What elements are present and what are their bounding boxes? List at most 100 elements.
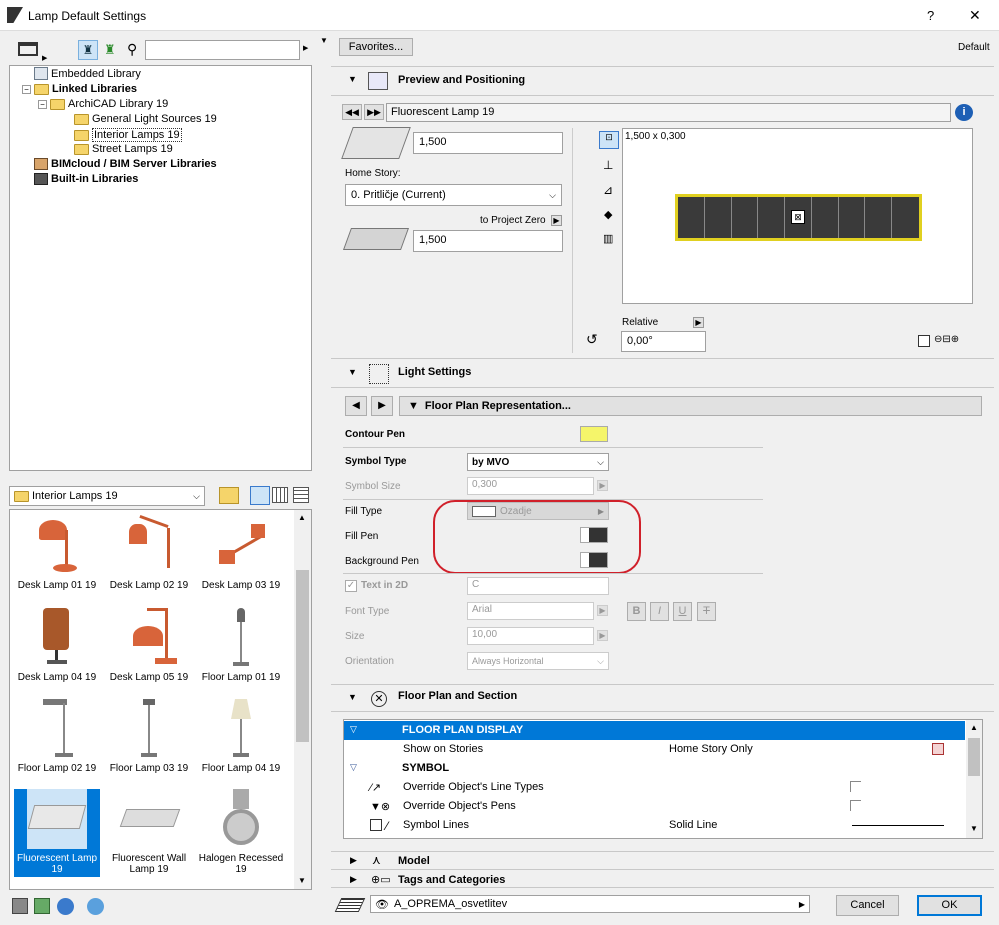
search-input[interactable] (145, 40, 300, 60)
text-2d-checkbox[interactable]: ✓ (345, 580, 357, 592)
library-tree-icon[interactable]: ♜ (104, 42, 116, 58)
list-item[interactable]: Fluorescent Wall Lamp 19 (106, 789, 192, 875)
strikethrough-button[interactable]: T (697, 602, 716, 621)
dropdown-arrow-icon[interactable]: ▶ (42, 54, 47, 62)
size-arrow-icon[interactable]: ▶ (597, 630, 608, 641)
table-row[interactable]: ⁄ Symbol Lines Solid Line (344, 816, 965, 835)
tags-header[interactable]: Tags and Categories (398, 874, 505, 886)
tree-item-interior-lamps[interactable]: Interior Lamps 19 (74, 128, 182, 142)
contour-pen-swatch[interactable] (580, 426, 608, 442)
tree-item-linked-libraries[interactable]: − Linked Libraries (22, 83, 137, 95)
tree-item-builtin-libraries[interactable]: Built-in Libraries (34, 173, 138, 185)
list-item[interactable]: Floor Lamp 04 19 (198, 699, 284, 774)
scroll-down-icon[interactable]: ▼ (298, 876, 306, 885)
light-settings-header[interactable]: Light Settings (398, 366, 471, 378)
search-icon[interactable]: ⚲ (127, 41, 137, 58)
scroll-up-icon[interactable]: ▲ (298, 513, 306, 522)
table-row[interactable]: ⁄↗ Override Object's Line Types (344, 778, 965, 797)
list-item[interactable]: Halogen Recessed 19 (198, 789, 284, 875)
cancel-button[interactable]: Cancel (836, 895, 899, 916)
floor-plan-representation-button[interactable]: ▼ Floor Plan Representation... (399, 396, 982, 416)
list-item[interactable]: Desk Lamp 01 19 (14, 516, 100, 591)
table-row[interactable]: ▽ FLOOR PLAN DISPLAY (344, 721, 965, 740)
tree-item-archicad-library[interactable]: − ArchiCAD Library 19 (38, 98, 168, 110)
table-row[interactable]: Show on Stories Home Story Only (344, 740, 965, 759)
mirror-checkbox[interactable] (918, 335, 930, 347)
height-input[interactable]: 1,500 (413, 132, 563, 154)
expand-arrow-icon[interactable]: ▶ (350, 874, 357, 885)
view-toggle-icon[interactable] (18, 42, 38, 56)
ok-button[interactable]: OK (917, 895, 982, 916)
help-button[interactable]: ? (927, 8, 934, 23)
home-story-select[interactable]: 0. Pritličje (Current) ⌵ (345, 184, 562, 206)
elevation-input[interactable]: 1,500 (413, 230, 563, 252)
view-section-icon[interactable]: ⊥ (603, 158, 613, 172)
view-axon-icon[interactable]: ▥ (603, 232, 613, 245)
large-icons-view-icon[interactable] (250, 486, 270, 505)
scroll-thumb[interactable] (296, 570, 309, 742)
list-item[interactable]: Desk Lamp 04 19 (14, 608, 100, 683)
list-item[interactable]: Fluorescent Lamp 19 (14, 789, 100, 877)
refresh-icon[interactable] (87, 898, 104, 915)
next-page-button[interactable]: ▶ (371, 396, 393, 416)
symbol-type-select[interactable]: by MVO ⌵ (467, 453, 609, 471)
favorites-button[interactable]: Favorites... (339, 38, 413, 56)
tree-item-bimcloud[interactable]: BIMcloud / BIM Server Libraries (34, 158, 217, 170)
globe-icon[interactable] (57, 898, 74, 915)
orientation-select[interactable]: Always Horizontal ⌵ (467, 652, 609, 670)
bold-button[interactable]: B (627, 602, 646, 621)
underline-button[interactable]: U (673, 602, 692, 621)
search-arrow-icon[interactable]: ▶ (303, 44, 308, 52)
scroll-thumb[interactable] (968, 738, 980, 776)
scroll-down-icon[interactable]: ▼ (970, 824, 978, 833)
close-button[interactable]: ✕ (969, 7, 981, 24)
list-item[interactable]: Desk Lamp 05 19 (106, 608, 192, 683)
symbol-size-arrow-icon[interactable]: ▶ (597, 480, 608, 491)
library-object-icon[interactable]: ♜ (78, 40, 98, 60)
expand-arrow-icon[interactable]: ▼ (348, 367, 357, 377)
list-item[interactable]: Desk Lamp 03 19 (198, 516, 284, 591)
expand-arrow-icon[interactable]: ▼ (348, 74, 357, 84)
next-object-button[interactable]: ▶▶ (364, 104, 384, 120)
view-2d-icon[interactable]: ⊡ (599, 131, 619, 149)
preview-canvas[interactable]: 1,500 x 0,300 ⊠ (622, 128, 973, 304)
table-row[interactable]: ▽ SYMBOL (344, 759, 965, 778)
prev-page-button[interactable]: ◀ (345, 396, 367, 416)
tree-item-embedded-library[interactable]: Embedded Library (34, 67, 141, 80)
object-name-field[interactable]: Fluorescent Lamp 19 (386, 103, 951, 122)
list-item[interactable]: Floor Lamp 02 19 (14, 699, 100, 774)
text-2d-input[interactable]: C (467, 577, 609, 595)
list-view-icon[interactable] (293, 487, 309, 503)
size-input[interactable]: 10,00 (467, 627, 594, 645)
project-zero-arrow-icon[interactable]: ▶ (551, 215, 562, 226)
add-library-icon[interactable] (34, 898, 50, 914)
table-scrollbar[interactable]: ▲ ▼ (966, 720, 982, 838)
model-header[interactable]: Model (398, 855, 430, 867)
view-elevation-icon[interactable]: ⊿ (603, 183, 613, 197)
expand-arrow-icon[interactable]: ▼ (348, 692, 357, 702)
collapse-panel-icon[interactable]: ▼ (320, 36, 328, 45)
folder-select[interactable]: Interior Lamps 19 ⌵ (9, 486, 205, 506)
symbol-size-input[interactable]: 0,300 (467, 477, 594, 495)
italic-button[interactable]: I (650, 602, 669, 621)
layer-select[interactable]: 👁 A_OPREMA_osvetlitev ▶ (370, 895, 810, 913)
library-manager-icon[interactable] (12, 898, 28, 914)
tree-item-general-light-sources[interactable]: General Light Sources 19 (74, 113, 217, 125)
table-row[interactable]: ▼⊗ Override Object's Pens (344, 797, 965, 816)
grid-scrollbar[interactable]: ▲ ▼ (294, 510, 311, 889)
angle-input[interactable]: 0,00° (621, 331, 706, 352)
folder-up-icon[interactable] (219, 487, 239, 504)
font-type-input[interactable]: Arial (467, 602, 594, 620)
override-checkbox[interactable] (850, 800, 861, 811)
prev-object-button[interactable]: ◀◀ (342, 104, 362, 120)
list-item[interactable]: Floor Lamp 01 19 (198, 608, 284, 683)
floor-plan-section-header[interactable]: Floor Plan and Section (398, 690, 517, 702)
expand-arrow-icon[interactable]: ▶ (350, 855, 357, 866)
view-3d-icon[interactable]: ◆ (604, 208, 612, 221)
override-checkbox[interactable] (850, 781, 861, 792)
info-icon[interactable]: i (955, 104, 973, 121)
list-item[interactable]: Floor Lamp 03 19 (106, 699, 192, 774)
relative-arrow-icon[interactable]: ▶ (693, 317, 704, 328)
font-type-arrow-icon[interactable]: ▶ (597, 605, 608, 616)
list-item[interactable]: Desk Lamp 02 19 (106, 514, 192, 591)
